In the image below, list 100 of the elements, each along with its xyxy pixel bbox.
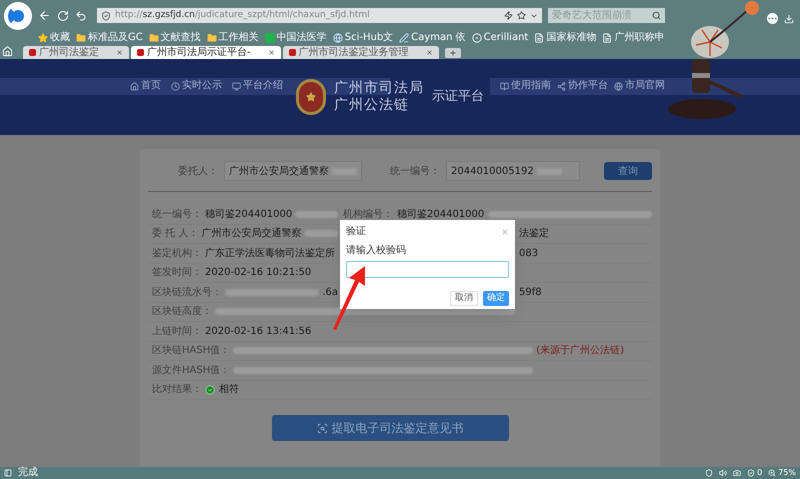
field-label: 区块链HASH值： <box>152 344 230 358</box>
blocked-count: 0 <box>757 469 762 477</box>
scan-icon <box>316 422 328 434</box>
monitor-icon <box>232 82 241 90</box>
field-value: 2020-02-16 10:21:50 <box>205 266 312 280</box>
tab-title: 广州市司法鉴定业务管理 <box>298 48 409 58</box>
search-icon[interactable] <box>652 11 661 20</box>
field-label: 统一编号： <box>152 208 202 222</box>
flower-drawing <box>690 0 760 58</box>
globe-icon <box>332 32 343 42</box>
field-value: 广州市公安局交通警察 <box>201 226 302 242</box>
field-value: 083 <box>519 246 538 261</box>
bookmark-item[interactable]: 文献查找 <box>148 32 201 42</box>
extract-report-button[interactable]: 提取电子司法鉴定意见书 <box>272 415 508 441</box>
query-button[interactable]: 查询 <box>604 162 652 180</box>
field-value: 穗司鉴204401000 <box>205 208 292 222</box>
bookmark-item[interactable]: Cayman 依 <box>399 32 466 42</box>
field-value: .6a <box>322 286 338 300</box>
app-icon <box>264 32 275 42</box>
field-label: 机构编号： <box>343 208 393 222</box>
more-icon[interactable] <box>767 13 778 24</box>
bookmark-item[interactable]: Sci-Hub文 <box>332 32 394 42</box>
new-tab-button[interactable] <box>444 48 461 58</box>
platform-title: 广州市司法局 <box>334 80 424 97</box>
field-label: 委 托 人： <box>152 226 198 242</box>
code-input[interactable] <box>346 261 509 278</box>
field-value: 法鉴定 <box>519 226 549 242</box>
field-label: 签发时间： <box>152 266 202 280</box>
address-bar[interactable]: http://sz.gzsfjd.cn/judicature_szpt/html/chaxun_sfjd.html <box>97 8 542 23</box>
nav-link[interactable]: 实时公示 <box>171 81 222 91</box>
field-value: 59f8 <box>519 286 542 300</box>
field-label: 统一编号： <box>390 164 440 178</box>
result-text: 相符 <box>219 382 239 398</box>
input-value: 广州市公安局交通警察 <box>229 164 329 178</box>
security-icon <box>101 10 111 20</box>
field-value: 2020-02-16 13:41:56 <box>205 324 312 339</box>
zoom-level: 75% <box>778 469 796 477</box>
search-placeholder: 爱奇艺大范围崩溃 <box>552 8 633 23</box>
check-icon <box>205 384 215 395</box>
camera-icon[interactable] <box>733 469 742 477</box>
zoom-icon[interactable] <box>768 469 776 477</box>
site-icon <box>29 49 36 56</box>
cancel-button[interactable]: 取消 <box>450 291 478 306</box>
bookmark-item[interactable]: 工作相关 <box>206 32 259 42</box>
browser-tab[interactable]: 广州司法鉴定 <box>23 46 129 59</box>
search-input[interactable]: 2044010005192 <box>446 161 580 181</box>
plus-icon <box>448 49 457 57</box>
dot-icon <box>472 32 482 42</box>
star-icon <box>38 32 48 42</box>
bookmark-item[interactable]: 中国法医学 <box>264 32 327 42</box>
redacted-block <box>304 230 338 238</box>
nav-link[interactable]: 协作平台 <box>557 81 608 91</box>
source-note: (来源于广州公法链) <box>536 344 624 358</box>
dialog-title: 验证 <box>346 225 366 239</box>
book-icon <box>500 82 509 90</box>
reload-icon[interactable] <box>57 10 69 22</box>
field-label: 鉴定机构： <box>152 246 202 261</box>
back-icon[interactable] <box>38 9 51 22</box>
home-icon[interactable] <box>2 46 13 57</box>
browser-tab[interactable]: 广州市司法鉴定业务管理 <box>282 46 439 59</box>
bookmark-item[interactable]: 收藏 <box>38 32 70 42</box>
folder-icon <box>148 32 159 42</box>
lightning-icon[interactable] <box>504 11 513 20</box>
volume-icon[interactable] <box>719 469 728 477</box>
field-value: 穗司鉴204401000 <box>397 208 484 222</box>
field-value: 广东正学法医毒物司法鉴定所 <box>205 246 335 261</box>
bookmark-item[interactable]: 国家标准物 <box>534 32 596 42</box>
field-label: 源文件HASH值： <box>152 364 230 378</box>
redacted-block <box>295 210 338 218</box>
url-text: http://sz.gzsfjd.cn/judicature_szpt/html/chaxun_sfjd.html <box>115 8 370 22</box>
download-icon[interactable] <box>784 14 794 24</box>
share-icon <box>557 82 566 90</box>
confirm-button[interactable]: 确定 <box>483 291 509 306</box>
nav-link[interactable]: 市局官网 <box>614 81 665 91</box>
browser-logo[interactable] <box>4 2 32 30</box>
bookmark-item[interactable]: Cerilliant <box>472 32 528 42</box>
bookmark-item[interactable]: 广州职称申 <box>602 32 664 42</box>
sidebar-icon[interactable] <box>4 469 12 477</box>
clock-icon <box>171 82 180 90</box>
shield-icon[interactable] <box>747 469 756 477</box>
nav-link[interactable]: 平台介绍 <box>232 81 283 91</box>
browser-tab[interactable]: 广州市司法局示证平台- <box>131 46 281 59</box>
page-icon <box>534 32 544 42</box>
platform-subtitle: 示证平台 <box>432 88 484 106</box>
bookmark-item[interactable]: 标准品及GC <box>76 32 143 42</box>
tab-title: 广州司法鉴定 <box>39 48 99 58</box>
close-icon[interactable] <box>426 49 433 56</box>
undo-icon[interactable] <box>75 10 87 22</box>
folder-icon <box>206 32 217 42</box>
close-icon[interactable] <box>116 49 123 56</box>
close-icon[interactable] <box>268 49 275 56</box>
nav-link[interactable]: 首页 <box>130 81 161 91</box>
field-label: 比对结果： <box>152 382 202 398</box>
field-label: 区块链高度： <box>152 304 212 320</box>
nav-link[interactable]: 使用指南 <box>500 81 551 91</box>
field-label: 区块链流水号： <box>152 286 222 300</box>
star-icon[interactable] <box>517 11 526 20</box>
dialog-prompt: 请输入校验码 <box>346 244 407 258</box>
search-input[interactable]: 广州市公安局交通警察 <box>224 161 362 181</box>
shield-icon[interactable] <box>705 469 714 477</box>
